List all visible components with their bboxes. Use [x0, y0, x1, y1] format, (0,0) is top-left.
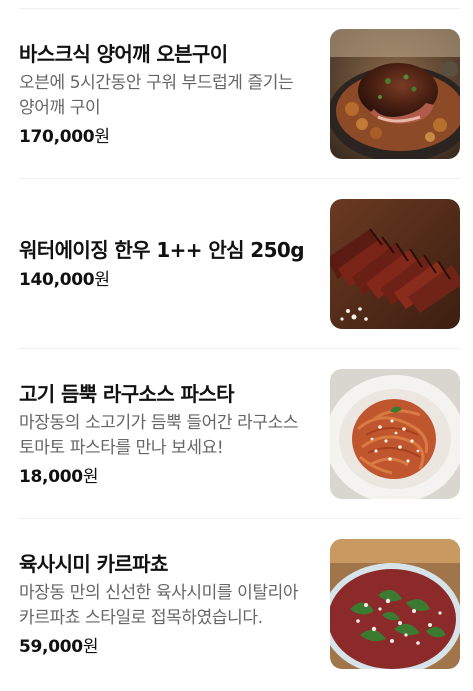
menu-item-name: 고기 듬뿍 라구소스 파스타 — [19, 381, 234, 406]
price-currency: 원 — [82, 466, 99, 487]
menu-item-description: 마장동의 소고기가 듬뿍 들어간 라구소스 토마토 파스타를 만나 보세요! — [19, 412, 299, 458]
menu-item-price: 140,000원 — [19, 268, 311, 292]
ragu-pasta-image — [330, 369, 460, 499]
price-currency: 원 — [82, 636, 99, 657]
menu-item-text: 육사시미 카르파쵸 마장동 만의 신선한 육사시미를 이탈리아 카르파쵸 스타일… — [19, 539, 311, 669]
beef-carpaccio-image — [330, 539, 460, 669]
menu-item-price: 170,000원 — [19, 125, 311, 149]
menu-item-text: 워터에이징 한우 1++ 안심 250g 140,000원 — [19, 199, 311, 329]
menu-item-price: 18,000원 — [19, 465, 311, 489]
menu-item-name: 워터에이징 한우 1++ 안심 250g — [19, 238, 305, 262]
sliced-beef-tenderloin-image — [330, 199, 460, 329]
price-value: 59,000 — [19, 636, 83, 657]
price-value: 170,000 — [19, 126, 95, 147]
menu-item-price: 59,000원 — [19, 635, 311, 659]
price-value: 140,000 — [19, 270, 95, 290]
roast-lamb-shoulder-photo[interactable] — [330, 29, 460, 159]
menu-item[interactable]: 육사시미 카르파쵸 마장동 만의 신선한 육사시미를 이탈리아 카르파쵸 스타일… — [19, 519, 460, 689]
price-value: 18,000 — [19, 466, 83, 487]
menu-item-text: 바스크식 양어깨 오븐구이 오븐에 5시간동안 구워 부드럽게 즐기는 양어깨 … — [19, 29, 311, 159]
beef-carpaccio-photo[interactable] — [330, 539, 460, 669]
price-currency: 원 — [94, 126, 110, 147]
roast-lamb-shoulder-image — [330, 29, 460, 159]
sliced-beef-tenderloin-photo[interactable] — [330, 199, 460, 329]
menu-item[interactable]: 고기 듬뿍 라구소스 파스타 마장동의 소고기가 듬뿍 들어간 라구소스 토마토… — [19, 349, 460, 519]
menu-item[interactable]: 바스크식 양어깨 오븐구이 오븐에 5시간동안 구워 부드럽게 즐기는 양어깨 … — [19, 9, 460, 179]
menu-item-text: 고기 듬뿍 라구소스 파스타 마장동의 소고기가 듬뿍 들어간 라구소스 토마토… — [19, 369, 311, 499]
menu-item[interactable]: 워터에이징 한우 1++ 안심 250g 140,000원 — [19, 179, 460, 349]
menu-item-name: 바스크식 양어깨 오븐구이 — [19, 41, 228, 66]
menu-item-description: 오븐에 5시간동안 구워 부드럽게 즐기는 양어깨 구이 — [19, 72, 294, 118]
ragu-pasta-photo[interactable] — [330, 369, 460, 499]
menu-list: 바스크식 양어깨 오븐구이 오븐에 5시간동안 구워 부드럽게 즐기는 양어깨 … — [0, 9, 473, 689]
price-currency: 원 — [94, 270, 110, 290]
menu-item-description: 마장동 만의 신선한 육사시미를 이탈리아 카르파쵸 스타일로 접목하였습니다. — [19, 582, 299, 628]
menu-item-name: 육사시미 카르파쵸 — [19, 551, 168, 576]
